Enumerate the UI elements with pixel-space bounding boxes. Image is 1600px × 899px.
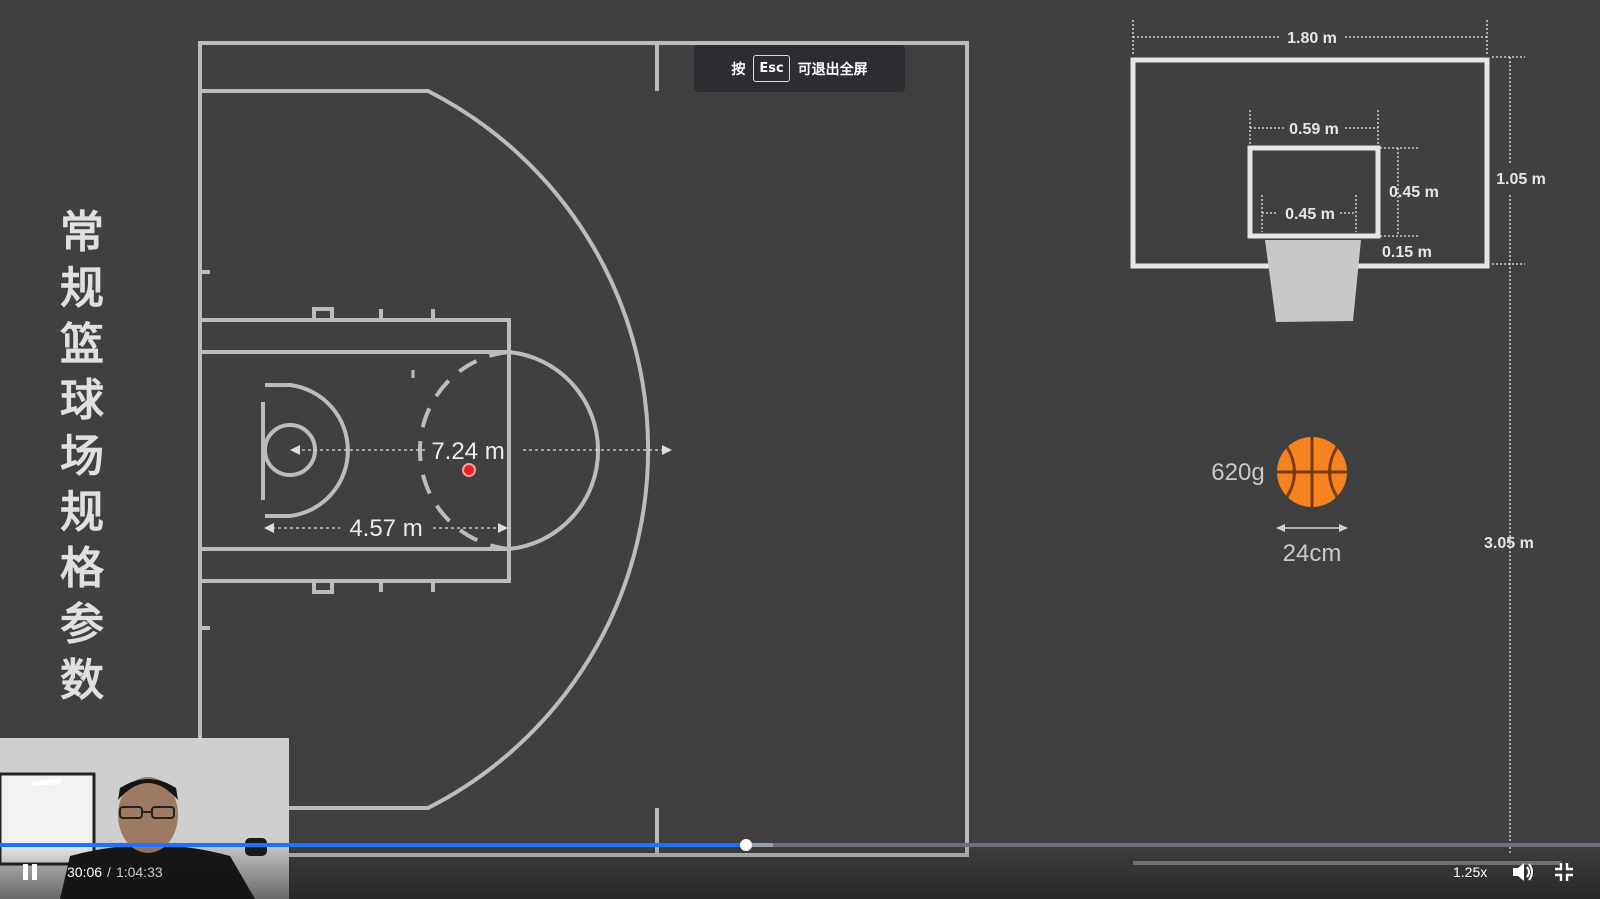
backboard-width: 1.80 m: [1287, 30, 1337, 47]
progress-handle[interactable]: [739, 839, 752, 851]
title-char: 参: [60, 599, 104, 650]
current-time: 30:06: [67, 864, 103, 880]
time-separator: /: [107, 864, 111, 880]
hint-suffix: 可退出全屏: [797, 61, 868, 78]
progress-played: [0, 843, 746, 847]
inner-square-height: 0.45 m: [1389, 184, 1439, 201]
title-char: 球: [60, 375, 104, 426]
esc-key-badge: Esc: [753, 55, 790, 82]
pause-icon: [32, 864, 37, 880]
rim-offset: 0.15 m: [1382, 244, 1432, 261]
time-display: 30:06/1:04:33: [67, 864, 163, 880]
title-char: 格: [60, 543, 104, 594]
free-throw-distance: 4.57 m: [349, 515, 422, 542]
basket-net: [1265, 240, 1361, 322]
basketball-icon: [1277, 437, 1347, 507]
title-char: 数: [60, 655, 104, 706]
pause-icon: [23, 864, 28, 880]
duration: 1:04:33: [115, 864, 163, 880]
exit-fullscreen-hint: 按 Esc 可退出全屏: [694, 45, 905, 92]
ball-diameter: 24cm: [1283, 540, 1342, 567]
page-title: 常 规 篮 球 场 规 格 参 数: [55, 205, 109, 709]
title-char: 规: [60, 263, 104, 314]
inner-square-width: 0.59 m: [1289, 121, 1339, 138]
exit-fullscreen-icon[interactable]: [1554, 862, 1574, 882]
three-point-distance: 7.24 m: [431, 438, 504, 465]
title-char: 场: [60, 431, 104, 482]
rim-diameter: 0.45 m: [1285, 206, 1335, 223]
title-char: 规: [60, 487, 104, 538]
title-char: 常: [60, 207, 104, 258]
backboard-height: 1.05 m: [1496, 171, 1546, 188]
ball-weight: 620g: [1211, 459, 1264, 486]
video-controls-bar: [0, 840, 1600, 899]
hint-prefix: 按: [731, 61, 746, 78]
title-char: 篮: [60, 319, 104, 370]
playback-speed-button[interactable]: 1.25x: [1453, 864, 1487, 880]
hoop-height: 3.05 m: [1484, 535, 1534, 552]
pause-button[interactable]: [20, 862, 40, 882]
volume-icon[interactable]: [1510, 860, 1536, 884]
cursor-pointer-icon: [462, 463, 476, 477]
